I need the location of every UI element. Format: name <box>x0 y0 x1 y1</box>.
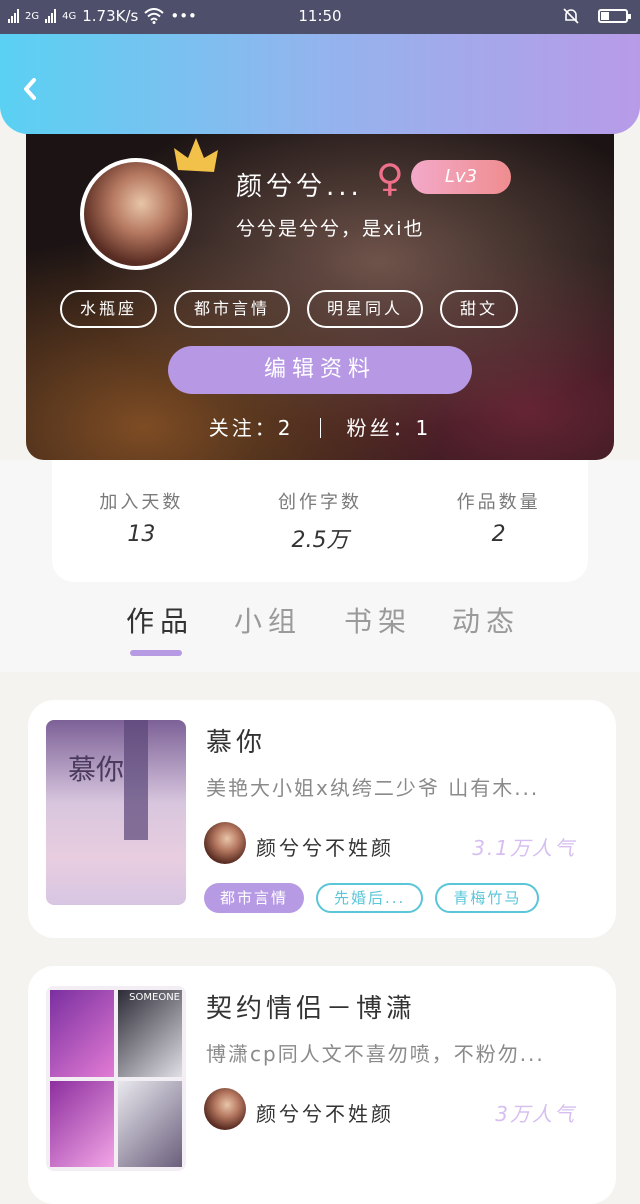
stats-area: 加入天数 13 创作字数 2.5万 作品数量 2 作品 小组 书架 动态 <box>0 460 640 672</box>
stat-label: 创作字数 <box>277 492 362 513</box>
profile-bio: 兮兮是兮兮，是xi也 <box>236 218 425 240</box>
stat-value: 13 <box>127 522 156 547</box>
stat-word-count: 创作字数 2.5万 <box>245 460 395 554</box>
stat-label: 加入天数 <box>99 492 184 513</box>
work-card[interactable]: SOMEONE 契约情侣－博潇 博潇cp同人文不喜勿喷，不粉勿... 颜兮兮不姓… <box>28 966 616 1204</box>
author-row: 颜兮兮不姓颜 3.1万人气 <box>204 822 604 866</box>
author-name: 颜兮兮不姓颜 <box>256 1102 394 1126</box>
work-tags: 都市言情 先婚后... 青梅竹马 <box>204 883 540 913</box>
tab-bar: 作品 小组 书架 动态 <box>0 600 640 660</box>
work-tag[interactable]: 都市言情 <box>204 883 305 913</box>
stats-card: 加入天数 13 创作字数 2.5万 作品数量 2 <box>52 460 588 582</box>
profile-tag[interactable]: 明星同人 <box>307 290 424 328</box>
tab-works[interactable]: 作品 <box>126 600 194 640</box>
stat-value: 2.5万 <box>291 528 349 553</box>
tab-activity[interactable]: 动态 <box>452 600 520 640</box>
work-description: 美艳大小姐x纨绔二少爷 山有木... <box>206 776 540 800</box>
work-tag[interactable]: 青梅竹马 <box>435 883 540 913</box>
book-cover[interactable]: 慕你 <box>46 720 186 905</box>
author-name: 颜兮兮不姓颜 <box>256 836 394 860</box>
cover-title: SOMEONE <box>129 992 180 1003</box>
divider <box>319 418 321 438</box>
work-card[interactable]: 慕你 慕你 美艳大小姐x纨绔二少爷 山有木... 颜兮兮不姓颜 3.1万人气 都… <box>28 700 616 938</box>
tab-bookshelf[interactable]: 书架 <box>344 600 412 640</box>
stat-join-days: 加入天数 13 <box>66 460 216 547</box>
work-tag[interactable]: 先婚后... <box>316 883 424 913</box>
cover-art <box>124 720 148 840</box>
tab-indicator <box>130 650 182 656</box>
back-icon[interactable] <box>18 74 48 104</box>
stat-label: 作品数量 <box>456 492 541 513</box>
battery-icon <box>598 9 631 23</box>
follow-stats: 关注：2 粉丝：1 <box>26 412 614 441</box>
profile-tag[interactable]: 水瓶座 <box>60 290 158 328</box>
profile-name: 颜兮兮... <box>236 172 363 202</box>
top-header <box>0 34 640 134</box>
author-row: 颜兮兮不姓颜 3万人气 <box>204 1088 604 1132</box>
work-title: 契约情侣－博潇 <box>206 994 417 1024</box>
avatar[interactable] <box>204 1088 246 1130</box>
followers-count[interactable]: 粉丝：1 <box>347 416 432 440</box>
popularity: 3万人气 <box>495 1102 576 1126</box>
avatar[interactable] <box>204 822 246 864</box>
profile-card: 颜兮兮... ♀ Lv3 兮兮是兮兮，是xi也 水瓶座 都市言情 明星同人 甜文… <box>26 130 614 460</box>
status-bar: 2G 4G 1.73K/s ••• 11:50 <box>0 0 640 34</box>
level-badge: Lv3 <box>411 160 511 194</box>
stat-works-count: 作品数量 2 <box>424 460 574 547</box>
female-icon: ♀ <box>376 156 404 200</box>
tab-groups[interactable]: 小组 <box>234 600 302 640</box>
profile-tags: 水瓶座 都市言情 明星同人 甜文 <box>60 290 519 328</box>
mute-bell-icon <box>563 8 579 24</box>
stat-value: 2 <box>491 522 506 547</box>
clock: 11:50 <box>298 7 342 25</box>
work-title: 慕你 <box>206 728 267 758</box>
profile-tag[interactable]: 甜文 <box>440 290 519 328</box>
popularity: 3.1万人气 <box>472 836 576 860</box>
cover-title: 慕你 <box>68 753 125 786</box>
crown-icon <box>174 138 218 172</box>
profile-tag[interactable]: 都市言情 <box>174 290 291 328</box>
book-cover[interactable]: SOMEONE <box>46 986 186 1171</box>
work-description: 博潇cp同人文不喜勿喷，不粉勿... <box>206 1042 545 1066</box>
edit-profile-button[interactable]: 编辑资料 <box>168 346 472 394</box>
following-count[interactable]: 关注：2 <box>209 416 294 440</box>
